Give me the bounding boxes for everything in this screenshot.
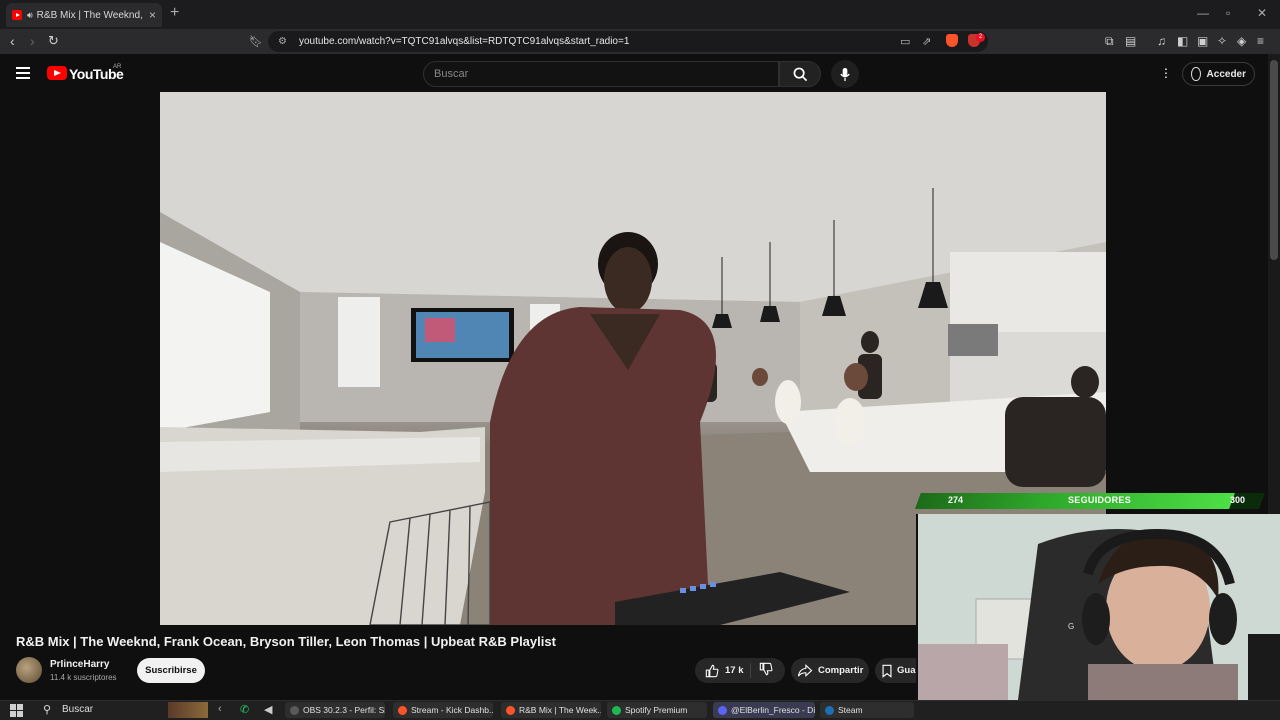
cast-icon[interactable]: ▭ <box>900 35 910 48</box>
site-info-icon[interactable]: ⚙︎ <box>278 36 287 47</box>
vpn-icon[interactable]: ◈ <box>1237 34 1246 48</box>
share-label: Compartir <box>818 665 864 676</box>
back-icon[interactable]: ‹ <box>10 33 15 49</box>
new-tab-icon[interactable]: + <box>170 4 179 22</box>
youtube-logo-icon[interactable] <box>47 66 67 80</box>
media-icon[interactable]: ♫ <box>1157 34 1166 48</box>
dislike-button[interactable] <box>751 662 773 679</box>
country-code: AR <box>113 64 122 70</box>
close-tab-icon[interactable]: × <box>149 8 156 22</box>
microphone-icon <box>840 67 850 81</box>
like-button[interactable]: 17 k <box>695 663 751 678</box>
taskbar-app-icon[interactable]: ◀ <box>264 703 272 716</box>
address-bar[interactable]: ⚙︎ youtube.com/watch?v=TQTC91alvqs&list=… <box>268 31 988 52</box>
taskbar-search-label[interactable]: Buscar <box>62 704 93 715</box>
hamburger-menu-icon[interactable] <box>16 67 30 79</box>
share-button[interactable]: Compartir <box>791 658 869 683</box>
video-title: R&B Mix | The Weeknd, Frank Ocean, Bryso… <box>16 634 556 649</box>
like-count: 17 k <box>725 665 744 676</box>
search-button[interactable] <box>779 61 821 87</box>
taskbar-item-label: OBS 30.2.3 - Perfil: Si... <box>303 705 385 715</box>
url-text: youtube.com/watch?v=TQTC91alvqs&list=RDT… <box>298 36 630 47</box>
voice-search-button[interactable] <box>831 60 859 88</box>
channel-name[interactable]: PrIinceHarry <box>50 659 109 670</box>
more-options-icon[interactable]: · · · <box>1163 61 1169 83</box>
weather-widget[interactable] <box>168 702 208 718</box>
taskbar-item-obs[interactable]: OBS 30.2.3 - Perfil: Si... <box>285 702 385 718</box>
channel-avatar[interactable] <box>16 657 42 683</box>
sign-in-button[interactable]: Acceder <box>1182 62 1255 86</box>
taskbar-item-spotify[interactable]: Spotify Premium <box>607 702 707 718</box>
like-dislike-pill: 17 k <box>695 658 785 683</box>
close-window-icon[interactable]: ✕ <box>1257 6 1267 20</box>
taskbar-item-label: Steam <box>838 705 863 715</box>
taskbar-item-label: R&B Mix | The Week... <box>519 705 601 715</box>
taskbar-item-discord[interactable]: @ElBerlin_Fresco - Di... <box>713 702 815 718</box>
share-page-icon[interactable]: ⇗ <box>922 35 931 48</box>
discord-icon <box>718 705 727 715</box>
steam-icon <box>825 705 834 715</box>
account-icon <box>1191 67 1201 81</box>
spotify-icon <box>612 705 621 715</box>
brave-icon <box>398 705 407 715</box>
browser-tab-strip <box>0 0 1280 29</box>
taskbar-search-icon[interactable]: ⚲ <box>43 703 51 716</box>
follower-goal-target: 300 <box>1230 495 1246 505</box>
thumbs-up-icon <box>705 664 719 677</box>
scrollbar-thumb[interactable] <box>1270 60 1278 260</box>
reader-icon[interactable]: ▤ <box>1125 34 1136 48</box>
follower-goal-label: SEGUIDORES <box>1068 495 1132 505</box>
sidebar-icon[interactable]: ◧ <box>1177 34 1188 48</box>
thumbs-down-icon <box>759 662 773 676</box>
taskbar-item-steam[interactable]: Steam <box>820 702 914 718</box>
taskbar-item-kick[interactable]: Stream - Kick Dashb... <box>393 702 493 718</box>
speaker-icon[interactable]: 🔊︎ <box>27 10 33 21</box>
tab-title: R&B Mix | The Weeknd, Frank <box>36 9 145 21</box>
sign-in-label: Acceder <box>1206 68 1246 80</box>
extensions-icon[interactable]: ⧉ <box>1105 34 1114 49</box>
bookmark-save-icon <box>882 664 892 678</box>
taskbar-chevron-icon[interactable]: ‹ <box>218 703 222 715</box>
search-input[interactable]: Buscar <box>423 61 779 87</box>
taskbar-item-label: Stream - Kick Dashb... <box>411 705 493 715</box>
brave-icon <box>506 705 515 715</box>
rewards-badge: 2 <box>976 33 985 42</box>
subscribe-button[interactable]: Suscribirse <box>137 658 205 683</box>
follower-current-count: 274 <box>948 495 964 505</box>
start-button-icon[interactable] <box>10 704 23 717</box>
wallet-icon[interactable]: ▣ <box>1197 34 1208 48</box>
forward-icon[interactable]: › <box>30 33 35 49</box>
leo-ai-icon[interactable]: ✧ <box>1217 34 1227 48</box>
taskbar-item-label: @ElBerlin_Fresco - Di... <box>731 705 815 715</box>
brave-shields-icon[interactable] <box>946 34 958 47</box>
browser-tab[interactable]: 🔊︎ R&B Mix | The Weeknd, Frank × <box>6 3 162 27</box>
save-label: Gua <box>897 665 916 676</box>
bookmark-icon[interactable]: 🔖︎ <box>249 35 263 48</box>
search-placeholder: Buscar <box>434 68 469 80</box>
restore-icon[interactable]: ▫ <box>1226 6 1230 20</box>
webcam-scene: G <box>918 514 1280 700</box>
youtube-favicon-icon <box>12 10 22 20</box>
minimize-icon[interactable]: — <box>1197 6 1209 20</box>
search-icon <box>793 67 807 81</box>
reload-icon[interactable]: ↻ <box>48 33 59 49</box>
subscriber-count: 11.4 k suscriptores <box>50 673 117 682</box>
webcam-overlay: G <box>916 514 1280 700</box>
share-icon <box>797 663 813 677</box>
chair-logo-icon: G <box>1068 622 1074 631</box>
whatsapp-icon[interactable]: ✆ <box>240 703 249 716</box>
menu-icon[interactable]: ≡ <box>1257 34 1264 48</box>
obs-icon <box>290 705 299 715</box>
taskbar-item-youtube[interactable]: R&B Mix | The Week... <box>501 702 601 718</box>
taskbar-item-label: Spotify Premium <box>625 705 688 715</box>
